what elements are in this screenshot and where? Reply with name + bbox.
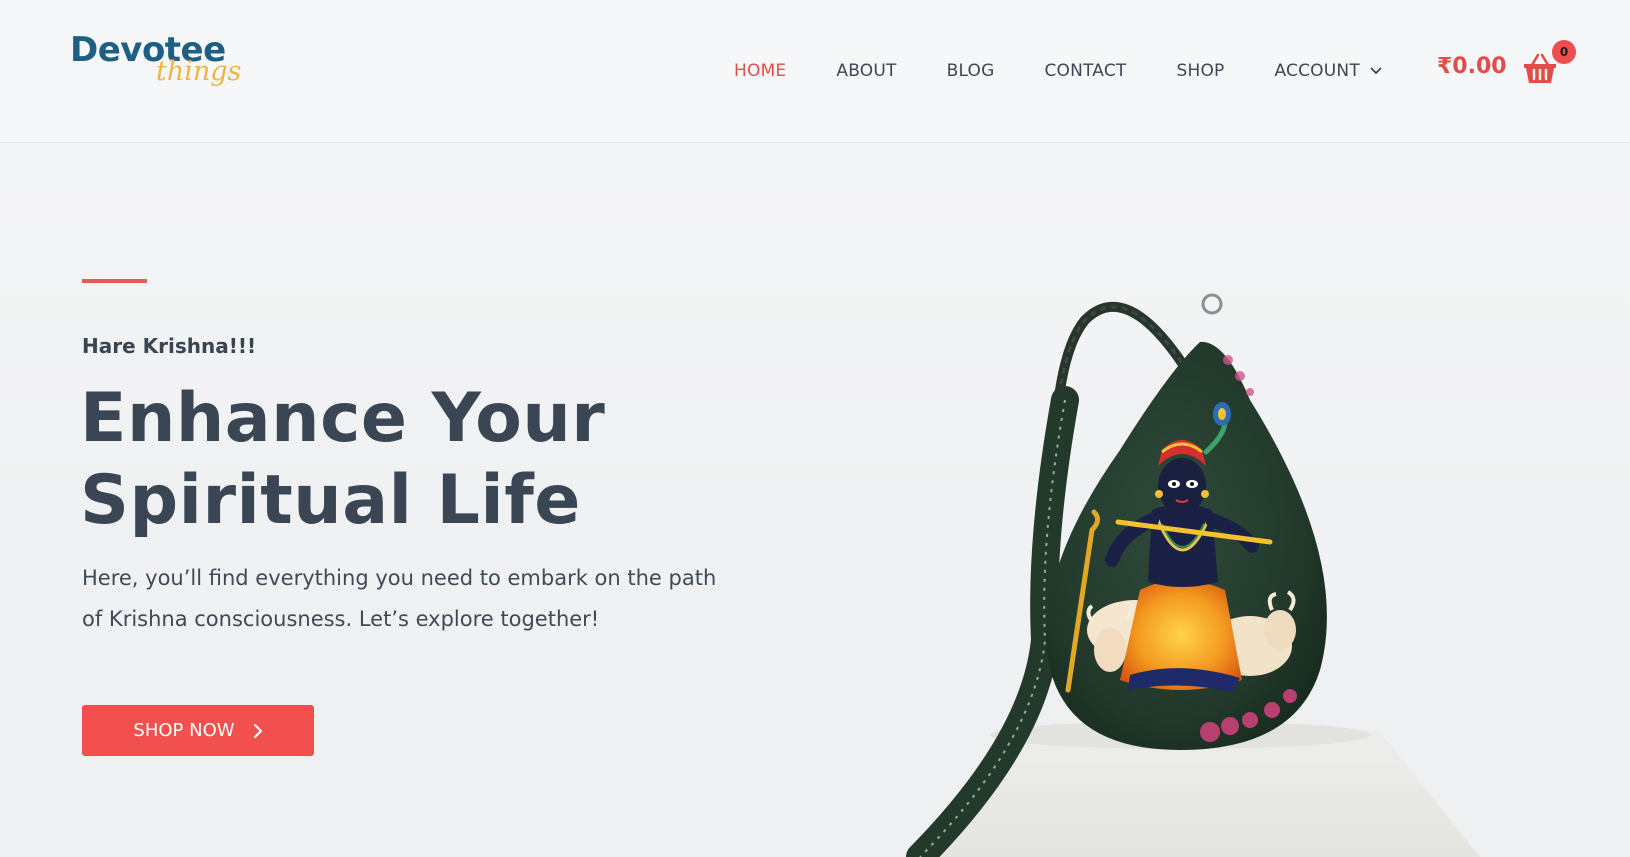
logo-script: things	[156, 56, 242, 87]
hero-accent-line	[82, 279, 147, 283]
page: Devotee things HOME ABOUT BLOG CONTACT S…	[0, 0, 1630, 857]
hero-tagline: Hare Krishna!!!	[82, 334, 257, 358]
hero-description: Here, you’ll find everything you need to…	[82, 566, 717, 631]
chevron-down-icon	[1370, 67, 1382, 75]
site-header: Devotee things HOME ABOUT BLOG CONTACT S…	[0, 0, 1630, 143]
hero-headline-line-1: Enhance Your	[80, 379, 606, 458]
nav-item-account[interactable]: ACCOUNT	[1275, 61, 1382, 81]
nav-item-contact[interactable]: CONTACT	[1044, 61, 1126, 81]
shop-now-label: SHOP NOW	[133, 720, 235, 741]
cart-total[interactable]: ₹0.00	[1437, 54, 1507, 79]
chevron-right-icon	[253, 723, 263, 739]
nav-item-blog[interactable]: BLOG	[947, 61, 995, 81]
nav-item-account-label: ACCOUNT	[1274, 61, 1360, 81]
nav-item-about[interactable]: ABOUT	[836, 61, 896, 81]
nav-item-home[interactable]: HOME	[734, 61, 786, 81]
site-logo[interactable]: Devotee things	[70, 30, 242, 110]
shop-now-button[interactable]: SHOP NOW	[82, 705, 314, 756]
nav-item-shop[interactable]: SHOP	[1177, 61, 1225, 81]
cart-count-badge: 0	[1552, 40, 1576, 64]
hero-headline: Enhance Your Spiritual Life	[80, 378, 720, 542]
hero-headline-line-2: Spiritual Life	[80, 461, 581, 540]
main-nav: HOME ABOUT BLOG CONTACT SHOP ACCOUNT	[734, 56, 1382, 86]
hero-product-image	[880, 280, 1480, 857]
